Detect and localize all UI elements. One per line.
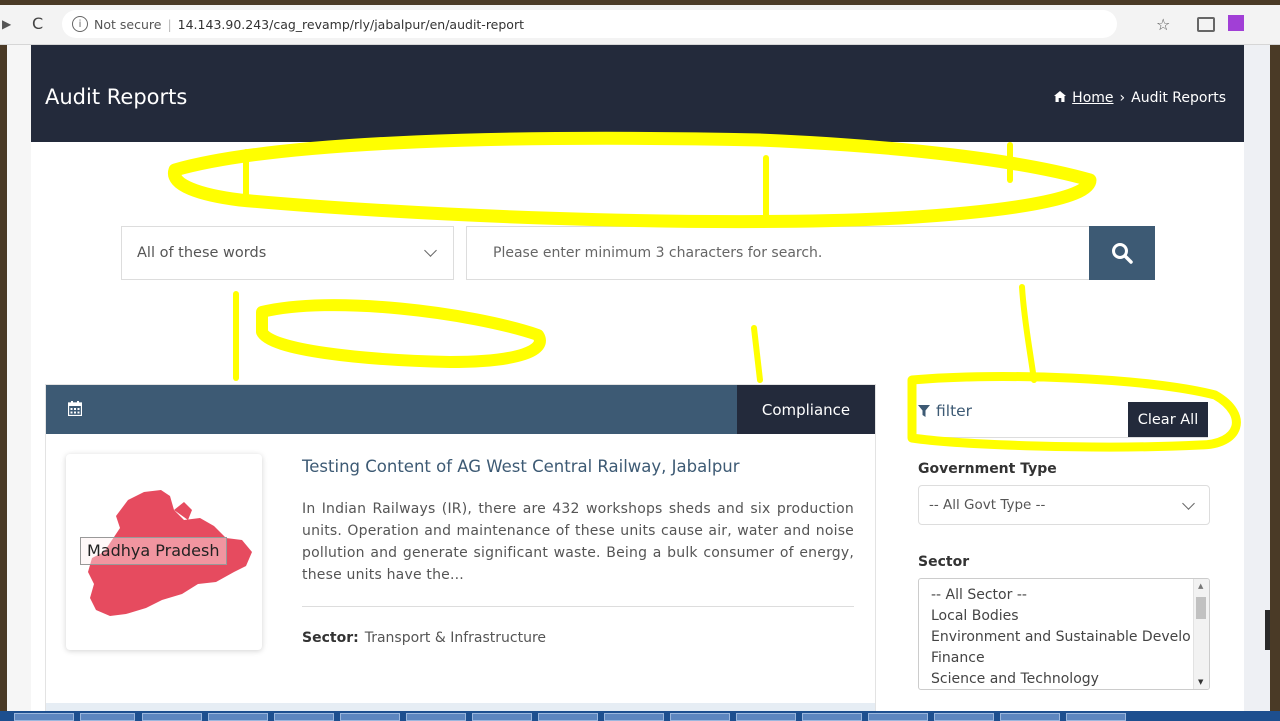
taskbar-button[interactable] — [604, 713, 664, 721]
report-card-header: Compliance — [46, 385, 875, 434]
state-label: Madhya Pradesh — [80, 537, 227, 565]
sector-option[interactable]: Environment and Sustainable Develo — [931, 627, 1209, 648]
taskbar-button[interactable] — [538, 713, 598, 721]
taskbar-button[interactable] — [80, 713, 135, 721]
sector-listbox[interactable]: -- All Sector -- Local Bodies Environmen… — [918, 578, 1210, 690]
calendar-icon — [68, 401, 82, 416]
government-type-label: Government Type — [918, 461, 1057, 477]
os-taskbar — [0, 711, 1280, 721]
security-label: Not secure — [94, 16, 162, 32]
report-card: Compliance Madhya Pradesh Testing Conten… — [45, 384, 876, 711]
home-icon[interactable] — [1054, 91, 1067, 105]
report-card-footer — [46, 703, 875, 711]
report-sector: Sector: Transport & Infrastructure — [302, 630, 546, 646]
search-input[interactable]: Please enter minimum 3 characters for se… — [466, 226, 1090, 280]
sector-option[interactable]: Science and Technology — [931, 669, 1209, 689]
address-bar[interactable]: i Not secure | 14.143.90.243/cag_revamp/… — [62, 10, 1117, 38]
scroll-down-icon[interactable]: ▼ — [1198, 678, 1203, 686]
search-placeholder: Please enter minimum 3 characters for se… — [493, 245, 823, 261]
back-icon[interactable]: ▶ — [2, 17, 11, 31]
taskbar-button[interactable] — [670, 713, 730, 721]
breadcrumb-separator: › — [1119, 90, 1126, 106]
extension-icon[interactable] — [1228, 15, 1244, 31]
category-badge[interactable]: Compliance — [737, 385, 875, 434]
browser-toolbar: ▶ C i Not secure | 14.143.90.243/cag_rev… — [0, 5, 1280, 45]
sector-option[interactable]: Finance — [931, 648, 1209, 669]
camera-icon[interactable] — [1197, 17, 1215, 32]
taskbar-button[interactable] — [868, 713, 928, 721]
search-button[interactable] — [1089, 226, 1155, 280]
sector-scrollbar[interactable]: ▲ ▼ — [1193, 579, 1209, 689]
page-scrollbar[interactable] — [1265, 610, 1270, 650]
url-separator: | — [167, 16, 172, 32]
chevron-down-icon — [424, 244, 437, 257]
taskbar-button[interactable] — [802, 713, 862, 721]
taskbar-button[interactable] — [1000, 713, 1060, 721]
report-description: In Indian Railways (IR), there are 432 w… — [302, 501, 854, 583]
search-mode-select[interactable]: All of these words — [121, 226, 454, 280]
clear-all-button[interactable]: Clear All — [1128, 402, 1208, 438]
taskbar-button[interactable] — [208, 713, 268, 721]
filter-icon — [918, 405, 930, 417]
info-icon[interactable]: i — [72, 16, 88, 32]
filter-panel-header: filter Clear All — [918, 394, 1208, 438]
sector-filter-label: Sector — [918, 554, 970, 570]
sector-option[interactable]: Local Bodies — [931, 606, 1209, 627]
scroll-up-icon[interactable]: ▲ — [1198, 582, 1203, 590]
search-mode-value: All of these words — [137, 245, 267, 261]
report-thumbnail[interactable]: Madhya Pradesh — [66, 454, 262, 650]
taskbar-button[interactable] — [274, 713, 334, 721]
page-header: Audit Reports Home › Audit Reports — [31, 45, 1244, 142]
taskbar-button[interactable] — [142, 713, 202, 721]
filter-title: filter — [918, 402, 972, 420]
reload-icon[interactable]: C — [32, 14, 43, 33]
sector-value: Transport & Infrastructure — [364, 630, 547, 646]
taskbar-button[interactable] — [472, 713, 532, 721]
filter-title-text: filter — [936, 402, 973, 420]
taskbar-button[interactable] — [340, 713, 400, 721]
government-type-select[interactable]: -- All Govt Type -- — [918, 485, 1210, 525]
report-title-link[interactable]: Testing Content of AG West Central Railw… — [302, 457, 740, 476]
sector-option[interactable]: -- All Sector -- — [931, 585, 1209, 606]
breadcrumb: Home › Audit Reports — [1054, 90, 1226, 106]
taskbar-button[interactable] — [14, 713, 74, 721]
sector-label: Sector: — [302, 630, 359, 646]
taskbar-button[interactable] — [736, 713, 796, 721]
star-icon[interactable]: ☆ — [1156, 15, 1170, 34]
url-text[interactable]: 14.143.90.243/cag_revamp/rly/jabalpur/en… — [178, 17, 524, 32]
page-title: Audit Reports — [45, 85, 188, 109]
page-viewport: Audit Reports Home › Audit Reports All o… — [7, 45, 1270, 711]
breadcrumb-home-link[interactable]: Home — [1072, 90, 1113, 106]
breadcrumb-current: Audit Reports — [1131, 90, 1226, 106]
divider — [302, 606, 854, 607]
taskbar-button[interactable] — [1066, 713, 1126, 721]
taskbar-button[interactable] — [406, 713, 466, 721]
taskbar-button[interactable] — [934, 713, 994, 721]
search-icon — [1112, 243, 1133, 264]
government-type-value: -- All Govt Type -- — [929, 497, 1046, 513]
chevron-down-icon — [1182, 497, 1195, 510]
divider — [918, 437, 1208, 438]
